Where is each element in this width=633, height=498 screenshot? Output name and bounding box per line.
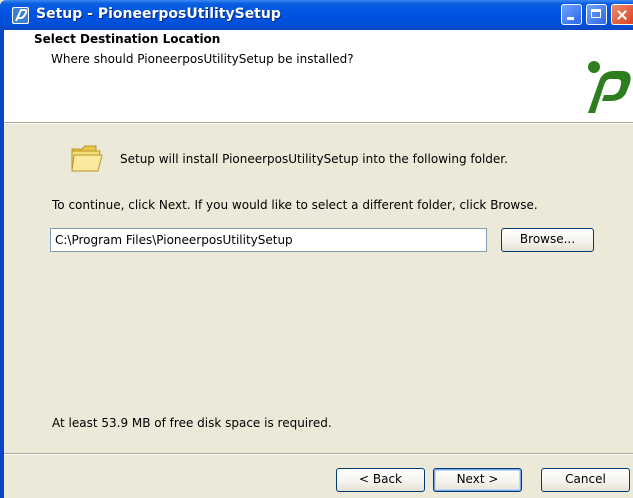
maximize-button[interactable] — [586, 4, 607, 25]
disk-space-requirement: At least 53.9 MB of free disk space is r… — [52, 416, 332, 430]
setup-window: Setup - PioneerposUtilitySetup Select De… — [0, 0, 633, 498]
close-button[interactable] — [611, 4, 633, 25]
title-bar[interactable]: Setup - PioneerposUtilitySetup — [0, 0, 633, 30]
continue-instructions: To continue, click Next. If you would li… — [52, 198, 538, 212]
folder-icon — [71, 145, 103, 172]
install-folder-message: Setup will install PioneerposUtilitySetu… — [120, 152, 508, 166]
setup-app-icon — [12, 7, 29, 24]
next-button[interactable]: Next > — [433, 468, 522, 492]
browse-button[interactable]: Browse... — [501, 228, 594, 252]
header-divider-highlight — [4, 123, 633, 124]
window-title: Setup - PioneerposUtilitySetup — [36, 6, 281, 22]
destination-path-input[interactable] — [50, 228, 487, 252]
cancel-button[interactable]: Cancel — [541, 468, 630, 492]
footer-divider-highlight — [4, 454, 633, 455]
page-title: Select Destination Location — [34, 32, 221, 46]
minimize-button[interactable] — [561, 4, 582, 25]
page-subtitle: Where should PioneerposUtilitySetup be i… — [51, 52, 354, 66]
back-button[interactable]: < Back — [336, 468, 425, 492]
pioneer-logo-icon — [578, 57, 633, 115]
